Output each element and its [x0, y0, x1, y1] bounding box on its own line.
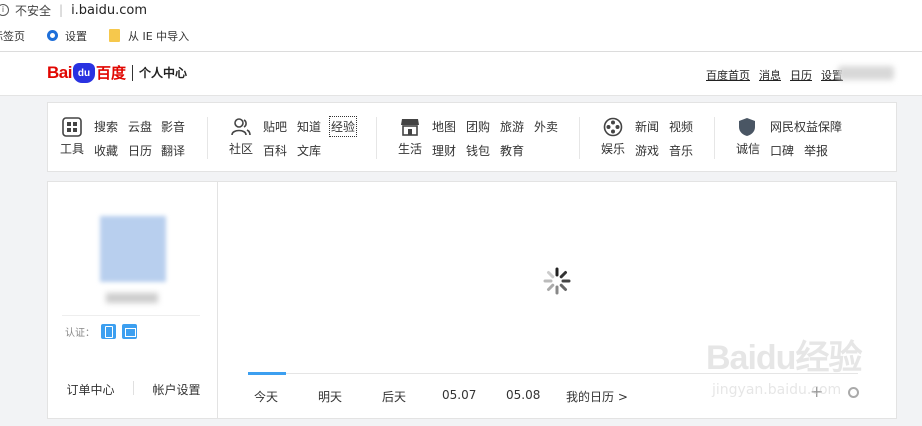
- community-link[interactable]: 百科: [263, 142, 287, 159]
- tools-link[interactable]: 收藏: [94, 142, 118, 159]
- tab-day-after[interactable]: 后天: [382, 388, 406, 405]
- group-separator: [207, 117, 208, 159]
- life-shop-icon: [401, 119, 419, 136]
- group-life: 生活 地图 团购 旅游 外卖 理财 钱包 教育: [388, 103, 578, 173]
- services-nav: 工具 搜索 云盘 影音 收藏 日历 翻译 社区 贴吧 知道 经验 百科 文库 生…: [47, 102, 897, 172]
- tools-label[interactable]: 工具: [60, 140, 84, 157]
- group-tools: 工具 搜索 云盘 影音 收藏 日历 翻译: [48, 103, 208, 173]
- link-calendar[interactable]: 日历: [790, 67, 812, 83]
- gear-icon: [47, 30, 58, 41]
- profile-username-blurred: [106, 293, 158, 303]
- account-settings-button[interactable]: 帐户设置: [134, 381, 219, 398]
- tools-link[interactable]: 影音: [161, 118, 185, 135]
- auth-label: 认证：: [65, 328, 95, 339]
- entertainment-link[interactable]: 新闻: [635, 118, 659, 135]
- life-link[interactable]: 钱包: [466, 142, 490, 159]
- paw-logo-icon: du: [72, 62, 95, 83]
- bookmark-import-ie[interactable]: 从 IE 中导入: [109, 28, 189, 44]
- link-messages[interactable]: 消息: [759, 67, 781, 83]
- shield-icon: [739, 118, 755, 136]
- watermark-title: Baidu经验: [706, 339, 862, 377]
- entertainment-link[interactable]: 音乐: [669, 142, 693, 159]
- top-links: 百度首页 消息 日历 设置: [706, 67, 852, 83]
- tools-link[interactable]: 日历: [128, 142, 152, 159]
- tab-my-calendar[interactable]: 我的日历 >: [566, 388, 628, 405]
- folder-icon: [109, 29, 120, 42]
- bookmark-import-label: 从 IE 中导入: [128, 29, 190, 43]
- life-link[interactable]: 教育: [500, 142, 524, 159]
- life-link[interactable]: 理财: [432, 142, 456, 159]
- integrity-label[interactable]: 诚信: [736, 140, 760, 157]
- community-label[interactable]: 社区: [229, 140, 253, 157]
- tab-tomorrow[interactable]: 明天: [318, 388, 342, 405]
- logo-baidu-cn: 百度: [95, 64, 126, 82]
- community-link[interactable]: 贴吧: [263, 118, 287, 135]
- auth-row: 认证：: [65, 324, 137, 339]
- community-people-icon: [231, 118, 251, 136]
- bookmark-settings-label: 设置: [65, 29, 87, 43]
- username-blurred[interactable]: [838, 66, 894, 80]
- profile-actions: 订单中心 帐户设置: [48, 381, 219, 398]
- life-link[interactable]: 地图: [432, 118, 456, 135]
- entertainment-link[interactable]: 视频: [669, 118, 693, 135]
- page-title: 个人中心: [138, 66, 187, 80]
- life-link[interactable]: 团购: [466, 118, 490, 135]
- loading-spinner-icon: [543, 267, 571, 295]
- group-community: 社区 贴吧 知道 经验 百科 文库: [218, 103, 378, 173]
- insecure-label: 不安全: [15, 3, 52, 18]
- community-link[interactable]: 知道: [297, 118, 321, 135]
- profile-panel: 认证： 订单中心 帐户设置: [47, 181, 218, 419]
- integrity-link[interactable]: 口碑: [770, 142, 794, 159]
- address-bar[interactable]: i 不安全 | i.baidu.com: [0, 0, 922, 20]
- mail-auth-icon[interactable]: [122, 324, 137, 339]
- link-baidu-home[interactable]: 百度首页: [706, 67, 750, 83]
- tools-link[interactable]: 云盘: [128, 118, 152, 135]
- logo-divider: [131, 64, 133, 81]
- logo-bai: Bai: [47, 62, 72, 82]
- life-label[interactable]: 生活: [398, 140, 422, 157]
- integrity-link[interactable]: 举报: [804, 142, 828, 159]
- site-header: Bai du 百度 个人中心 百度首页 消息 日历 设置: [0, 52, 922, 96]
- tools-grid-icon: [62, 117, 82, 137]
- tab-today[interactable]: 今天: [254, 388, 278, 405]
- logo-du: du: [77, 67, 91, 79]
- group-integrity: 诚信 网民权益保障 口碑 举报: [726, 103, 896, 173]
- community-link[interactable]: 文库: [297, 142, 321, 159]
- entertainment-link[interactable]: 游戏: [635, 142, 659, 159]
- phone-auth-icon[interactable]: [101, 324, 116, 339]
- watermark: Baidu经验 jingyan.baidu.com: [706, 330, 896, 410]
- tools-link[interactable]: 搜索: [94, 118, 118, 135]
- integrity-link[interactable]: 网民权益保障: [770, 118, 842, 135]
- watermark-subtitle: jingyan.baidu.com: [712, 382, 842, 398]
- url-text[interactable]: i.baidu.com: [71, 3, 147, 18]
- bookmark-newtab[interactable]: 标签页: [0, 28, 25, 44]
- baidu-logo[interactable]: Bai du 百度 个人中心: [47, 62, 187, 83]
- avatar[interactable]: [100, 216, 166, 282]
- bookmark-settings[interactable]: 设置: [47, 28, 87, 44]
- tab-date[interactable]: 05.07: [442, 388, 476, 402]
- life-link[interactable]: 旅游: [500, 118, 524, 135]
- group-separator: [579, 117, 580, 159]
- tools-link[interactable]: 翻译: [161, 142, 185, 159]
- tab-date[interactable]: 05.08: [506, 388, 540, 402]
- life-link[interactable]: 外卖: [534, 118, 558, 135]
- entertainment-label[interactable]: 娱乐: [601, 140, 625, 157]
- group-separator: [376, 117, 377, 159]
- film-reel-icon: [603, 117, 623, 137]
- info-icon[interactable]: i: [0, 4, 9, 16]
- bookmarks-bar: 标签页 设置 从 IE 中导入: [0, 20, 922, 52]
- group-entertainment: 娱乐 新闻 视频 游戏 音乐: [591, 103, 711, 173]
- order-center-button[interactable]: 订单中心: [48, 381, 133, 398]
- group-separator: [714, 117, 715, 159]
- profile-divider: [62, 315, 200, 316]
- address-separator: |: [59, 3, 64, 17]
- calendar-active-indicator: [248, 372, 286, 375]
- community-link-jingyan[interactable]: 经验: [328, 116, 358, 137]
